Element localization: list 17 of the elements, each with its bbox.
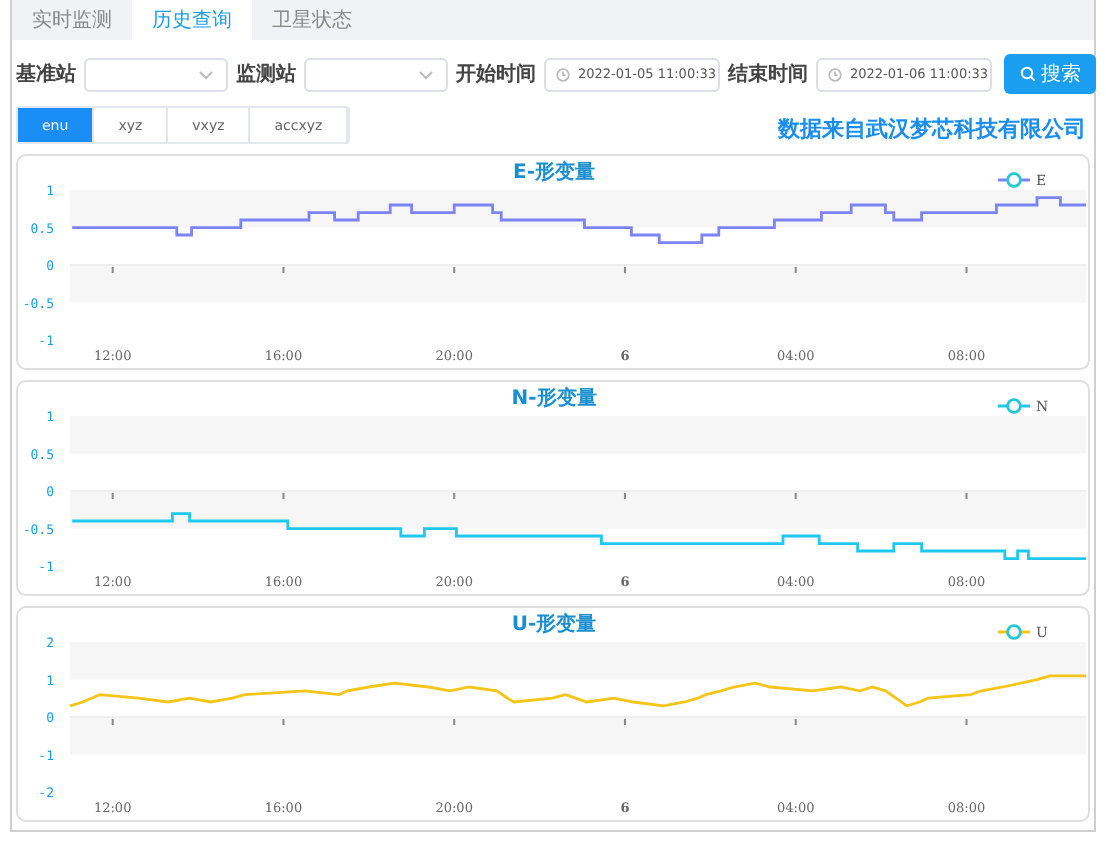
field-label: 开始时间 bbox=[456, 61, 536, 88]
source-note: 数据来自武汉梦芯科技有限公司 bbox=[778, 114, 1086, 144]
search-icon bbox=[1019, 66, 1035, 82]
chart-title: E-形变量 bbox=[513, 162, 595, 184]
chevron-icon bbox=[418, 69, 434, 79]
select-field[interactable] bbox=[304, 57, 448, 91]
select-field[interactable] bbox=[84, 57, 228, 91]
clock-icon bbox=[556, 67, 570, 81]
chart-title: N-形变量 bbox=[511, 388, 597, 410]
field-label: 结束时间 bbox=[728, 61, 808, 88]
chart-title: U-形变量 bbox=[511, 614, 597, 636]
tab[interactable]: 实时监测 bbox=[12, 0, 132, 40]
clock-icon bbox=[828, 67, 842, 81]
chevron-icon bbox=[198, 69, 214, 79]
field-label: 监测站 bbox=[236, 61, 296, 88]
tab[interactable]: 卫星状态 bbox=[252, 0, 372, 40]
field-label: 基准站 bbox=[16, 61, 76, 88]
